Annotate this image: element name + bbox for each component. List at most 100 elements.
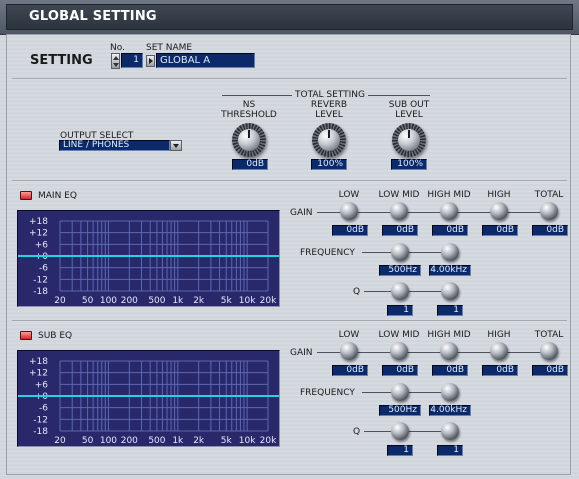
main-eq-band-label-1: LOW MID bbox=[378, 190, 420, 200]
main-eq-q-knob-1[interactable] bbox=[441, 282, 459, 300]
main-eq-band-label-2: HIGH MID bbox=[427, 190, 471, 200]
main-eq-y-tick-label: +6 bbox=[35, 240, 49, 250]
total-setting-line-left bbox=[222, 95, 292, 96]
main-eq-y-tick-label: -12 bbox=[33, 275, 48, 285]
sub-out-level-knob[interactable] bbox=[392, 123, 426, 157]
reverb-level-label-2: LEVEL bbox=[315, 110, 343, 120]
knob-pointer-icon bbox=[408, 130, 410, 138]
main-eq-y-tick-label: +12 bbox=[29, 229, 48, 239]
sub-eq-q-knob-1[interactable] bbox=[441, 422, 459, 440]
main-eq-x-tick-label: 10k bbox=[239, 296, 256, 306]
sub-eq-q-value-0: 1 bbox=[387, 445, 413, 456]
main-eq-frequency-value-0: 500Hz bbox=[379, 265, 421, 276]
sub-eq-band-label-3: HIGH bbox=[487, 330, 511, 340]
main-eq-y-tick-label: -18 bbox=[33, 287, 48, 297]
sub-eq-band-label-2: HIGH MID bbox=[427, 330, 471, 340]
main-eq-q-knob-0[interactable] bbox=[391, 282, 409, 300]
main-eq-band-label-4: TOTAL bbox=[534, 190, 564, 200]
main-eq-title: MAIN EQ bbox=[38, 191, 77, 201]
sub-eq-gain-knob-2[interactable] bbox=[440, 342, 458, 360]
output-select-field[interactable]: LINE / PHONES bbox=[59, 140, 170, 151]
main-eq-gain-knob-2[interactable] bbox=[440, 202, 458, 220]
main-eq-q-value-0: 1 bbox=[387, 305, 413, 316]
main-eq-x-tick-label: 20 bbox=[54, 296, 66, 306]
main-eq-gain-value-4: 0dB bbox=[532, 225, 568, 236]
sub-eq-band-label-0: LOW bbox=[338, 330, 360, 340]
sub-eq-gain-knob-0[interactable] bbox=[340, 342, 358, 360]
separator-middle bbox=[12, 180, 567, 182]
setting-no-label: No. bbox=[110, 43, 125, 53]
main-eq-x-tick-label: 100 bbox=[100, 296, 117, 306]
sub-eq-gain-knob-1[interactable] bbox=[390, 342, 408, 360]
main-eq-q-label: Q bbox=[353, 287, 361, 297]
sub-eq-x-tick-label: 20 bbox=[54, 436, 66, 446]
ns-threshold-value: 0dB bbox=[232, 159, 268, 170]
main-eq-gain-value-0: 0dB bbox=[332, 225, 368, 236]
sub-out-level-label-2: LEVEL bbox=[395, 110, 423, 120]
output-select-dropdown-icon[interactable] bbox=[170, 140, 182, 151]
title-bar: GLOBAL SETTING bbox=[0, 0, 579, 35]
separator-top bbox=[12, 78, 567, 80]
sub-eq-y-tick-label: +12 bbox=[29, 369, 48, 379]
sub-eq-frequency-label: FREQUENCY bbox=[300, 388, 355, 398]
main-eq-gain-knob-0[interactable] bbox=[340, 202, 358, 220]
reverb-level-knob[interactable] bbox=[312, 123, 346, 157]
main-eq-x-tick-label: 2k bbox=[193, 296, 205, 306]
sub-eq-gain-label: GAIN bbox=[290, 348, 313, 358]
main-eq-gain-knob-3[interactable] bbox=[490, 202, 508, 220]
main-eq-frequency-knob-0[interactable] bbox=[391, 243, 409, 261]
set-name-field[interactable]: GLOBAL A bbox=[156, 53, 255, 68]
main-eq-x-tick-label: 200 bbox=[121, 296, 138, 306]
main-eq-x-tick-label: 50 bbox=[82, 296, 94, 306]
separator-lower bbox=[12, 320, 567, 322]
sub-eq-x-tick-label: 2k bbox=[193, 436, 205, 446]
main-eq-led-icon[interactable] bbox=[20, 191, 32, 200]
total-setting-line-right bbox=[368, 95, 430, 96]
sub-eq-gain-knob-3[interactable] bbox=[490, 342, 508, 360]
sub-eq-frequency-knob-1[interactable] bbox=[441, 383, 459, 401]
main-eq-gain-knob-4[interactable] bbox=[540, 202, 558, 220]
sub-eq-gain-value-4: 0dB bbox=[532, 365, 568, 376]
setting-no-spinner[interactable] bbox=[111, 53, 120, 69]
window-title: GLOBAL SETTING bbox=[29, 9, 157, 24]
main-eq-gain-value-1: 0dB bbox=[382, 225, 418, 236]
ns-threshold-knob[interactable] bbox=[232, 123, 266, 157]
sub-eq-y-tick-label: +18 bbox=[29, 357, 48, 367]
main-eq-y-tick-label: +18 bbox=[29, 217, 48, 227]
sub-eq-y-tick-label: -6 bbox=[39, 404, 48, 414]
set-name-arrow-icon[interactable] bbox=[146, 55, 155, 67]
sub-eq-graph: +18+12+6+0-6-12-1820501002005001k2k5k10k… bbox=[17, 350, 280, 447]
sub-eq-x-tick-label: 20k bbox=[260, 436, 277, 446]
main-eq-frequency-knob-1[interactable] bbox=[441, 243, 459, 261]
sub-eq-x-tick-label: 1k bbox=[172, 436, 184, 446]
setting-no-display: 1 bbox=[121, 53, 143, 68]
sub-eq-x-tick-label: 10k bbox=[239, 436, 256, 446]
sub-eq-frequency-value-1: 4.00kHz bbox=[429, 405, 471, 416]
sub-eq-frequency-value-0: 500Hz bbox=[379, 405, 421, 416]
sub-eq-band-label-4: TOTAL bbox=[534, 330, 564, 340]
ns-threshold-label-2: THRESHOLD bbox=[221, 110, 277, 120]
spin-up-icon[interactable] bbox=[113, 56, 119, 60]
main-eq-q-value-1: 1 bbox=[437, 305, 463, 316]
sub-eq-gain-knob-4[interactable] bbox=[540, 342, 558, 360]
main-eq-gain-label: GAIN bbox=[290, 208, 313, 218]
sub-eq-title: SUB EQ bbox=[38, 331, 73, 341]
setting-label: SETTING bbox=[30, 53, 93, 68]
sub-eq-frequency-knob-0[interactable] bbox=[391, 383, 409, 401]
main-eq-band-label-0: LOW bbox=[338, 190, 360, 200]
main-eq-x-tick-label: 1k bbox=[172, 296, 184, 306]
sub-eq-gain-value-0: 0dB bbox=[332, 365, 368, 376]
sub-out-level-label-1: SUB OUT bbox=[388, 100, 430, 110]
sub-eq-y-tick-label: -18 bbox=[33, 427, 48, 437]
sub-eq-y-tick-label: -12 bbox=[33, 415, 48, 425]
sub-eq-x-tick-label: 200 bbox=[121, 436, 138, 446]
sub-eq-curve-svg: +18+12+6+0-6-12-1820501002005001k2k5k10k… bbox=[18, 357, 279, 446]
sub-eq-q-value-1: 1 bbox=[437, 445, 463, 456]
sub-eq-x-tick-label: 50 bbox=[82, 436, 94, 446]
main-eq-x-tick-label: 20k bbox=[260, 296, 277, 306]
sub-eq-q-knob-0[interactable] bbox=[391, 422, 409, 440]
main-eq-gain-knob-1[interactable] bbox=[390, 202, 408, 220]
spin-down-icon[interactable] bbox=[113, 63, 119, 67]
sub-eq-x-tick-label: 500 bbox=[148, 436, 165, 446]
sub-eq-led-icon[interactable] bbox=[20, 331, 32, 340]
